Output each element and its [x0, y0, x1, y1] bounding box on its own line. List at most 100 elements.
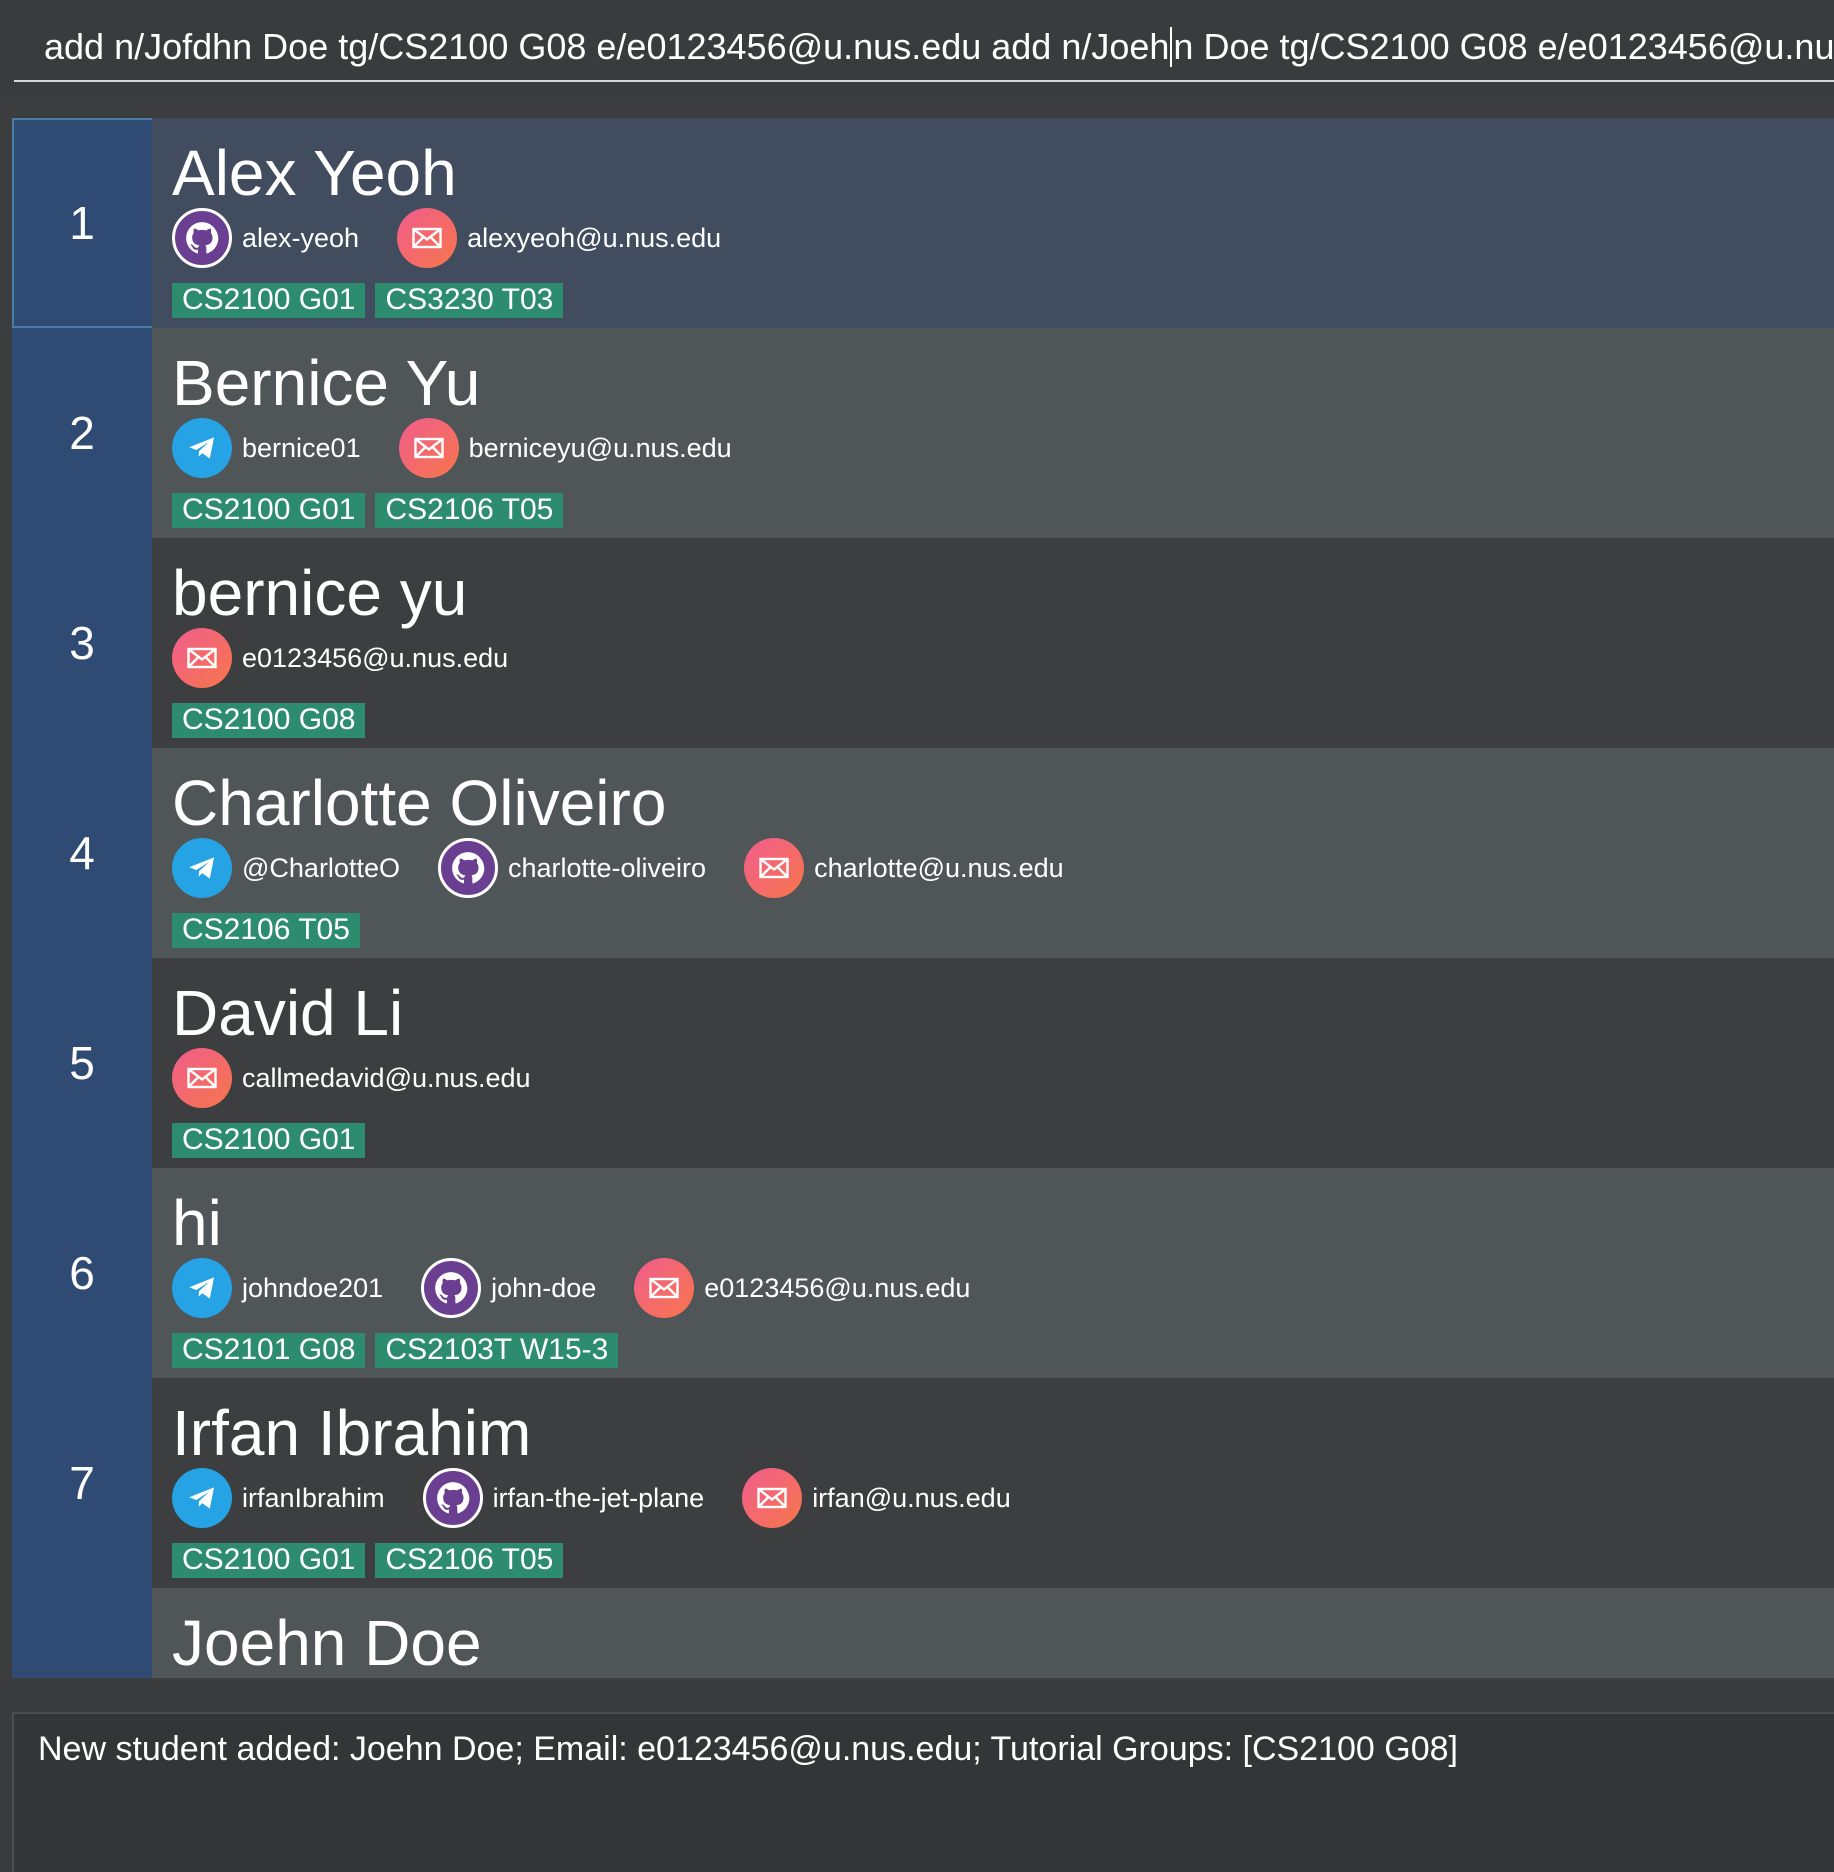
command-text-before-caret: add n/Jofdhn Doe tg/CS2100 G08 e/e012345… [44, 26, 1170, 67]
student-name: Alex Yeoh [172, 137, 457, 209]
contact-value: e0123456@u.nus.edu [704, 1272, 971, 1303]
tutorial-group-tag: CS2100 G01 [172, 1123, 366, 1158]
student-card-body: Bernice Yu bernice01 berniceyu@u.nus.edu CS… [152, 328, 1834, 538]
email-icon [172, 1048, 232, 1108]
student-list[interactable]: 1 Alex Yeoh alex-yeoh alexyeoh@u.nus.edu CS2… [12, 118, 1834, 1678]
contact-value: berniceyu@u.nus.edu [468, 432, 732, 463]
contact-telegram[interactable]: johndoe201 [172, 1258, 383, 1318]
contact-value: charlotte@u.nus.edu [814, 852, 1064, 883]
student-card-body: bernice yu e0123456@u.nus.edu CS2100 G08 [152, 538, 1834, 748]
tutorial-group-tag: CS2103T W15-3 [375, 1333, 619, 1368]
student-index: 7 [12, 1378, 152, 1588]
contact-email[interactable]: e0123456@u.nus.edu [172, 628, 508, 688]
contact-email[interactable]: charlotte@u.nus.edu [744, 838, 1064, 898]
contact-email[interactable]: callmedavid@u.nus.edu [172, 1048, 531, 1108]
contact-value: e0123456@u.nus.edu [242, 642, 509, 673]
contact-github[interactable]: alex-yeoh [172, 208, 359, 268]
contact-value: bernice01 [242, 432, 361, 463]
contact-list: irfanIbrahim irfan-the-jet-plane irfan@u.n… [172, 1468, 1049, 1528]
student-card[interactable]: 5 David Li callmedavid@u.nus.edu CS2100 G01 [12, 958, 1834, 1168]
contact-telegram[interactable]: irfanIbrahim [172, 1468, 385, 1528]
student-index [12, 1588, 152, 1678]
contact-github[interactable]: john-doe [421, 1258, 596, 1318]
tutorial-group-tags: CS2106 T05 [172, 913, 370, 948]
student-card[interactable]: 7 Irfan Ibrahim irfanIbrahim irfan-the-jet-… [12, 1378, 1834, 1588]
telegram-icon [172, 1258, 232, 1318]
student-name: Irfan Ibrahim [172, 1397, 532, 1469]
result-display: New student added: Joehn Doe; Email: e01… [0, 1698, 1834, 1872]
command-box: add n/Jofdhn Doe tg/CS2100 G08 e/e012345… [0, 0, 1834, 96]
student-index: 3 [12, 538, 152, 748]
student-name: hi [172, 1187, 222, 1259]
email-icon [398, 418, 459, 478]
student-card[interactable]: 2 Bernice Yu bernice01 berniceyu@u.nus.edu C… [12, 328, 1834, 538]
contact-value: johndoe201 [242, 1272, 384, 1303]
tutorial-group-tags: CS2100 G08 [172, 703, 375, 738]
email-icon [742, 1468, 803, 1528]
student-name: bernice yu [172, 557, 468, 629]
contact-github[interactable]: charlotte-oliveiro [437, 838, 706, 898]
contact-email[interactable]: alexyeoh@u.nus.edu [397, 208, 721, 268]
contact-github[interactable]: irfan-the-jet-plane [422, 1468, 704, 1528]
result-message: New student added: Joehn Doe; Email: e01… [38, 1730, 1458, 1768]
command-input[interactable]: add n/Jofdhn Doe tg/CS2100 G08 e/e012345… [14, 0, 1834, 82]
result-message-box[interactable]: New student added: Joehn Doe; Email: e01… [12, 1712, 1834, 1872]
contact-telegram[interactable]: @CharlotteO [172, 838, 400, 898]
student-index: 6 [12, 1168, 152, 1378]
tutorial-group-tag: CS2100 G01 [172, 493, 366, 528]
contact-list: callmedavid@u.nus.edu [172, 1048, 569, 1108]
student-name: Charlotte Oliveiro [172, 767, 667, 839]
student-card[interactable]: 4 Charlotte Oliveiro @CharlotteO charlotte-… [12, 748, 1834, 958]
contact-email[interactable]: berniceyu@u.nus.edu [398, 418, 732, 478]
tutorial-group-tag: CS3230 T03 [375, 283, 564, 318]
tutorial-group-tag: CS2100 G08 [172, 703, 366, 738]
contact-value: irfanIbrahim [242, 1482, 385, 1513]
contact-value: irfan@u.nus.edu [812, 1482, 1011, 1513]
contact-value: alexyeoh@u.nus.edu [467, 222, 722, 253]
email-icon [172, 628, 232, 688]
tutorial-group-tags: CS2100 G01 CS3230 T03 [172, 283, 573, 318]
contact-list: bernice01 berniceyu@u.nus.edu [172, 418, 770, 478]
student-index: 2 [12, 328, 152, 538]
tutorial-group-tag: CS2100 G01 [172, 1543, 366, 1578]
student-card[interactable]: 6 hi johndoe201 john-doe e0123456@u.nus.edu C… [12, 1168, 1834, 1378]
contact-value: alex-yeoh [242, 222, 360, 253]
telegram-icon [172, 838, 232, 898]
student-card-body: Alex Yeoh alex-yeoh alexyeoh@u.nus.edu CS21… [152, 118, 1834, 328]
email-icon [397, 208, 458, 268]
tutorial-group-tag: CS2101 G08 [172, 1333, 366, 1368]
github-icon [421, 1258, 482, 1318]
contact-telegram[interactable]: bernice01 [172, 418, 361, 478]
email-icon [744, 838, 805, 898]
student-name: Bernice Yu [172, 347, 481, 419]
student-card-body: hi johndoe201 john-doe e0123456@u.nus.edu CS… [152, 1168, 1834, 1378]
email-icon [634, 1258, 695, 1318]
student-card[interactable]: 1 Alex Yeoh alex-yeoh alexyeoh@u.nus.edu CS2… [12, 118, 1834, 328]
panel-divider[interactable] [0, 1680, 1834, 1698]
contact-value: callmedavid@u.nus.edu [242, 1062, 531, 1093]
tutorial-group-tags: CS2100 G01 [172, 1123, 375, 1158]
contact-list: @CharlotteO charlotte-oliveiro charlotte@u… [172, 838, 1102, 898]
tutorial-group-tag: CS2106 T05 [172, 913, 360, 948]
tutorial-group-tag: CS2100 G01 [172, 283, 366, 318]
student-index: 4 [12, 748, 152, 958]
telegram-icon [172, 1468, 232, 1528]
tutorial-group-tag: CS2106 T05 [375, 493, 564, 528]
contact-email[interactable]: irfan@u.nus.edu [742, 1468, 1011, 1528]
contact-list: johndoe201 john-doe e0123456@u.nus.edu [172, 1258, 1008, 1318]
telegram-icon [172, 418, 232, 478]
contact-list: e0123456@u.nus.edu [172, 628, 546, 688]
student-index: 5 [12, 958, 152, 1168]
student-index: 1 [12, 118, 152, 328]
student-card[interactable]: 3 bernice yu e0123456@u.nus.edu CS2100 G08 [12, 538, 1834, 748]
github-icon [437, 838, 498, 898]
contact-value: @CharlotteO [242, 852, 400, 883]
student-name: David Li [172, 977, 404, 1049]
student-card-body: Joehn Doe [152, 1588, 1834, 1678]
contact-value: john-doe [491, 1272, 597, 1303]
student-card-body: Charlotte Oliveiro @CharlotteO charlotte-o… [152, 748, 1834, 958]
student-card[interactable]: Joehn Doe [12, 1588, 1834, 1678]
command-text-after-caret: n Doe tg/CS2100 G08 e/e0123456@u.nus.edu [1173, 26, 1834, 67]
tutorial-group-tags: CS2101 G08 CS2103T W15-3 [172, 1333, 628, 1368]
contact-email[interactable]: e0123456@u.nus.edu [634, 1258, 970, 1318]
